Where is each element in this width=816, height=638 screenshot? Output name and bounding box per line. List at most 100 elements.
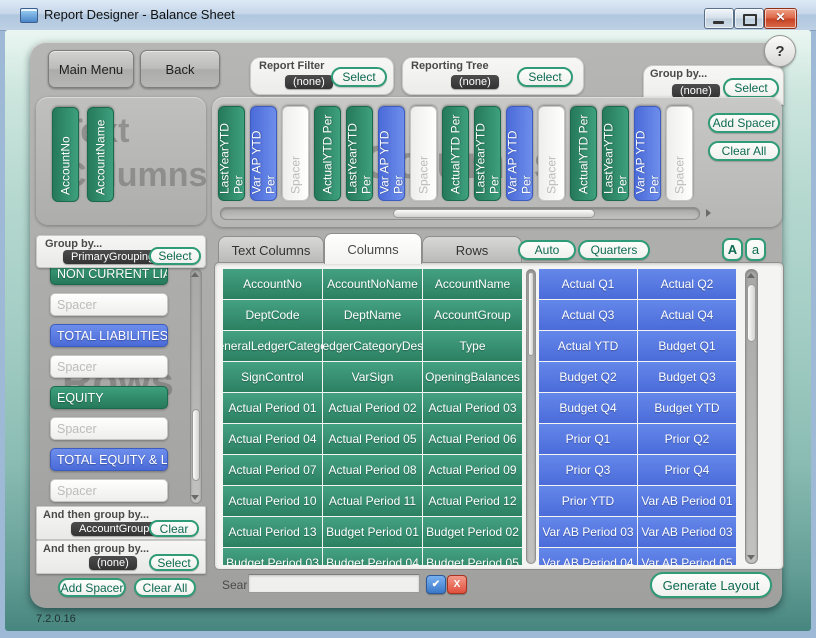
field-cell-blue[interactable]: Actual Q4 xyxy=(638,300,736,330)
field-cell-green[interactable]: Actual Period 08 xyxy=(323,455,422,485)
column-pill[interactable]: ActualYTD Per xyxy=(442,106,469,201)
field-cell-green[interactable]: Actual Period 09 xyxy=(423,455,522,485)
row-group-item[interactable]: TOTAL LIABILITIES xyxy=(50,324,168,347)
field-cell-blue[interactable]: Prior YTD xyxy=(539,486,637,516)
field-cell-blue[interactable]: Budget Q3 xyxy=(638,362,736,392)
field-cell-green[interactable]: Budget Period 02 xyxy=(423,517,522,547)
column-pill[interactable]: LastYearYTD Per xyxy=(218,106,245,201)
field-cell-blue[interactable]: Budget Q1 xyxy=(638,331,736,361)
sidebar-add-spacer-button[interactable]: Add Spacer xyxy=(58,578,126,597)
field-cell-blue[interactable]: Var AB Period 01 xyxy=(638,486,736,516)
spacer-pill[interactable]: Spacer xyxy=(538,106,565,201)
field-cell-green[interactable]: GeneralLedgerCategory xyxy=(223,331,322,361)
then-group-second-select-button[interactable]: Select xyxy=(149,554,199,571)
sidebar-scrollbar-thumb[interactable] xyxy=(192,409,200,481)
field-cell-blue[interactable]: Prior Q3 xyxy=(539,455,637,485)
field-cell-green[interactable]: Type xyxy=(423,331,522,361)
tab-text-columns[interactable]: Text Columns xyxy=(218,236,324,264)
scroll-up-icon[interactable] xyxy=(747,273,755,278)
spacer-pill[interactable]: Spacer xyxy=(282,106,309,201)
sidebar-clear-all-button[interactable]: Clear All xyxy=(134,578,196,597)
spacer-pill[interactable]: Spacer xyxy=(666,106,693,201)
field-cell-green[interactable]: VarSign xyxy=(323,362,422,392)
blue-grid-scrollbar-thumb[interactable] xyxy=(747,284,756,342)
search-clear-button[interactable]: X xyxy=(447,575,467,594)
field-cell-blue[interactable]: Var AB Period 05 xyxy=(638,548,736,565)
tab-columns[interactable]: Columns xyxy=(324,233,422,264)
field-cell-green[interactable]: Budget Period 05 xyxy=(423,548,522,565)
lowercase-button[interactable]: a xyxy=(745,238,766,261)
text-column-pill[interactable]: AccountName xyxy=(87,107,114,202)
columns-strip-scrollbar[interactable] xyxy=(220,207,700,220)
minimize-button[interactable] xyxy=(704,8,734,29)
clear-all-button[interactable]: Clear All xyxy=(708,141,780,161)
spacer-item[interactable]: Spacer xyxy=(50,417,168,440)
uppercase-button[interactable]: A xyxy=(722,238,743,261)
spacer-pill[interactable]: Spacer xyxy=(410,106,437,201)
spacer-item[interactable]: Spacer xyxy=(50,479,168,502)
field-cell-green[interactable]: AccountNo xyxy=(223,269,322,299)
help-button[interactable]: ? xyxy=(764,35,796,67)
scroll-up-icon[interactable] xyxy=(191,272,199,277)
scroll-down-icon[interactable] xyxy=(747,555,755,560)
add-spacer-button[interactable]: Add Spacer xyxy=(708,113,780,133)
column-pill[interactable]: Var AP YTD Per xyxy=(250,106,277,201)
green-grid-scrollbar-thumb[interactable] xyxy=(528,272,534,356)
generate-layout-button[interactable]: Generate Layout xyxy=(650,572,772,598)
column-pill[interactable]: ActualYTD Per xyxy=(314,106,341,201)
field-cell-green[interactable]: Actual Period 06 xyxy=(423,424,522,454)
field-cell-blue[interactable]: Prior Q4 xyxy=(638,455,736,485)
field-cell-green[interactable]: Actual Period 04 xyxy=(223,424,322,454)
column-pill[interactable]: LastYearYTD Per xyxy=(602,106,629,201)
field-cell-green[interactable]: SignControl xyxy=(223,362,322,392)
group-by-select-button[interactable]: Select xyxy=(723,78,779,98)
close-button[interactable]: ✕ xyxy=(764,8,797,29)
green-grid-scrollbar[interactable] xyxy=(526,269,536,564)
back-button[interactable]: Back xyxy=(140,50,220,88)
field-cell-green[interactable]: Actual Period 05 xyxy=(323,424,422,454)
sidebar-group-by-select-button[interactable]: Select xyxy=(149,247,201,265)
field-cell-green[interactable]: OpeningBalances xyxy=(423,362,522,392)
field-cell-green[interactable]: Budget Period 03 xyxy=(223,548,322,565)
field-cell-blue[interactable]: Actual Q1 xyxy=(539,269,637,299)
field-cell-green[interactable]: Actual Period 12 xyxy=(423,486,522,516)
scroll-right-icon[interactable] xyxy=(706,209,711,217)
column-pill[interactable]: ActualYTD Per xyxy=(570,106,597,201)
blue-grid-scrollbar[interactable] xyxy=(745,269,758,564)
field-cell-blue[interactable]: Budget Q2 xyxy=(539,362,637,392)
field-cell-green[interactable]: AccountNoName xyxy=(323,269,422,299)
field-cell-blue[interactable]: Budget Q4 xyxy=(539,393,637,423)
sidebar-scrollbar[interactable] xyxy=(190,268,202,504)
field-cell-blue[interactable]: Actual Q2 xyxy=(638,269,736,299)
maximize-button[interactable] xyxy=(734,8,764,29)
field-cell-blue[interactable]: Actual YTD xyxy=(539,331,637,361)
column-pill[interactable]: LastYearYTD Per xyxy=(474,106,501,201)
field-cell-blue[interactable]: Var AB Period 04 xyxy=(539,548,637,565)
columns-strip-scrollbar-thumb[interactable] xyxy=(393,209,595,218)
field-cell-green[interactable]: Actual Period 03 xyxy=(423,393,522,423)
row-group-item[interactable]: TOTAL EQUITY & LIABILITIES xyxy=(50,448,168,471)
then-group-first-clear-button[interactable]: Clear xyxy=(149,520,199,537)
column-pill[interactable]: Var AP YTD Per xyxy=(634,106,661,201)
field-cell-green[interactable]: LedgerCategoryDesc xyxy=(323,331,422,361)
field-cell-blue[interactable]: Prior Q1 xyxy=(539,424,637,454)
row-group-item[interactable]: NON CURRENT LIABILITIES xyxy=(50,266,168,285)
field-cell-blue[interactable]: Actual Q3 xyxy=(539,300,637,330)
field-cell-blue[interactable]: Var AB Period 03 xyxy=(539,517,637,547)
field-cell-blue[interactable]: Prior Q2 xyxy=(638,424,736,454)
column-pill[interactable]: LastYearYTD Per xyxy=(346,106,373,201)
field-cell-green[interactable]: AccountGroup xyxy=(423,300,522,330)
field-cell-green[interactable]: Actual Period 01 xyxy=(223,393,322,423)
report-filter-select-button[interactable]: Select xyxy=(331,67,387,87)
spacer-item[interactable]: Spacer xyxy=(50,355,168,378)
scroll-down-icon[interactable] xyxy=(191,495,199,500)
search-input[interactable] xyxy=(248,574,420,593)
field-cell-green[interactable]: DeptCode xyxy=(223,300,322,330)
field-cell-green[interactable]: Actual Period 13 xyxy=(223,517,322,547)
field-cell-green[interactable]: Budget Period 01 xyxy=(323,517,422,547)
field-cell-green[interactable]: AccountName xyxy=(423,269,522,299)
field-cell-green[interactable]: Budget Period 04 xyxy=(323,548,422,565)
text-column-pill[interactable]: AccountNo xyxy=(52,107,79,202)
field-cell-green[interactable]: DeptName xyxy=(323,300,422,330)
main-menu-button[interactable]: Main Menu xyxy=(48,50,134,88)
